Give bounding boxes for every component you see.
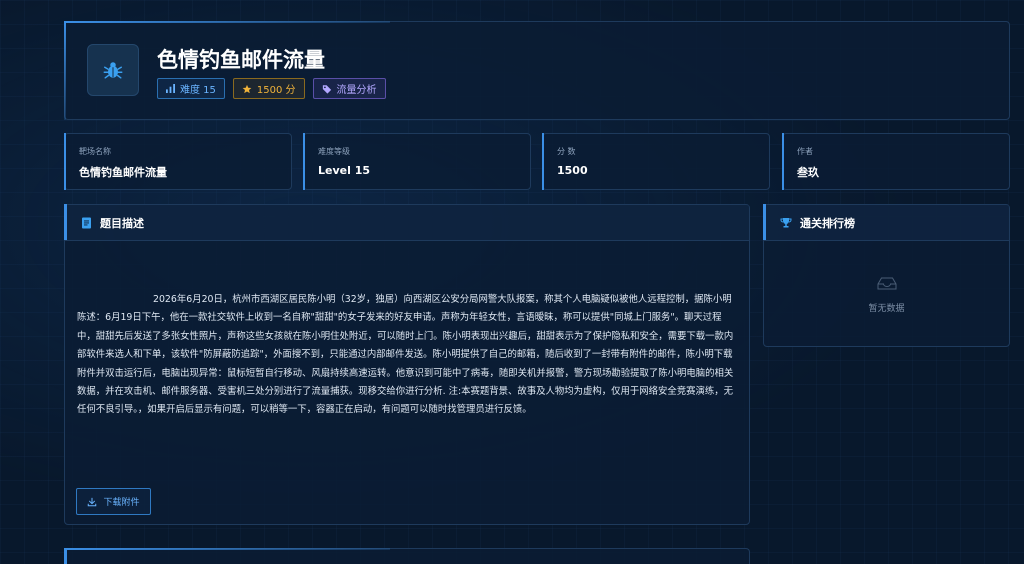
leaderboard-header: 通关排行榜 [763, 204, 1009, 241]
tag-icon [322, 84, 331, 94]
empty-inbox-icon [877, 277, 896, 290]
info-card-score: 分 数 1500 [542, 133, 770, 190]
score-tag-label: 1500 分 [256, 85, 296, 96]
description-text: 2026年6月20日，杭州市西湖区居民陈小明（32岁，独居）向西湖区公安分局网警… [77, 294, 734, 416]
info-card-label: 靶场名称 [79, 147, 111, 156]
star-icon [242, 84, 252, 93]
info-card-label: 作者 [797, 147, 813, 156]
info-card-value: Level 15 [318, 164, 371, 177]
info-card-value: 1500 [557, 164, 588, 177]
info-card-label: 难度等级 [318, 147, 350, 156]
description-header: 题目描述 [64, 204, 749, 241]
description-title: 题目描述 [100, 216, 144, 230]
download-attachment-button[interactable]: 下载附件 [76, 488, 151, 515]
category-tag: 流量分析 [312, 78, 386, 99]
challenge-logo [87, 44, 139, 96]
challenge-header: 色情钓鱼邮件流量 难度 15 1500 分 流量分析 [64, 21, 1010, 120]
info-card-author: 作者 叁玖 [782, 133, 1010, 190]
leaderboard-title: 通关排行榜 [800, 216, 855, 230]
leaderboard-empty-state: 暂无数据 [764, 275, 1009, 314]
difficulty-tag: 难度 15 [157, 78, 225, 99]
next-panel [64, 548, 750, 564]
info-card-label: 分 数 [557, 147, 576, 156]
page-title: 色情钓鱼邮件流量 [157, 48, 325, 72]
score-tag: 1500 分 [232, 78, 305, 99]
description-panel: 题目描述 2026年6月20日，杭州市西湖区居民陈小明（32岁，独居）向西湖区公… [64, 204, 750, 525]
empty-text: 暂无数据 [868, 304, 905, 314]
tag-row: 难度 15 1500 分 流量分析 [157, 78, 386, 99]
download-icon [88, 497, 97, 506]
info-card-name: 靶场名称 色情钓鱼邮件流量 [64, 133, 292, 190]
difficulty-tag-label: 难度 15 [180, 85, 216, 96]
info-card-value: 叁玖 [797, 166, 819, 179]
signal-bars-icon [166, 84, 175, 93]
leaderboard-panel: 通关排行榜 暂无数据 [763, 204, 1010, 347]
info-card-value: 色情钓鱼邮件流量 [79, 166, 167, 179]
document-icon [82, 217, 91, 228]
bug-icon [103, 62, 123, 79]
category-tag-label: 流量分析 [336, 85, 377, 96]
trophy-icon [780, 217, 792, 227]
download-button-label: 下载附件 [103, 498, 140, 508]
info-card-level: 难度等级 Level 15 [303, 133, 531, 190]
